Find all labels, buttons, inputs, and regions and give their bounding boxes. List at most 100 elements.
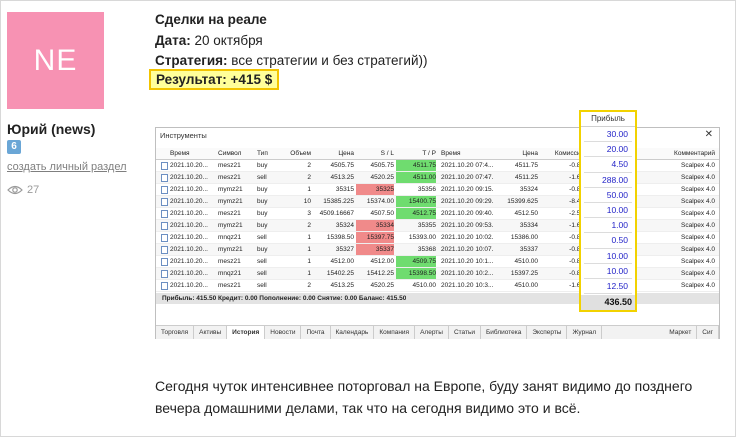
profit-value: 1.00: [584, 218, 632, 234]
profit-value: 10.00: [584, 203, 632, 219]
column-header[interactable]: S / L: [356, 148, 394, 159]
table-cell-type: sell: [257, 258, 267, 265]
table-cell-tp: 4510.00: [412, 282, 437, 289]
table-cell-price: 35315: [335, 186, 354, 193]
table-cell-volume: 2: [307, 174, 311, 181]
summary-text: Прибыль: 415.50 Кредит: 0.00 Пополнение:…: [162, 295, 407, 302]
column-header[interactable]: T / P: [396, 148, 436, 159]
tab-Компания[interactable]: Компания: [374, 326, 416, 339]
table-cell-price2: 35337: [519, 246, 538, 253]
table-cell-time2: 2021.10.20 09:40...: [441, 210, 493, 217]
views-counter: 27: [7, 184, 39, 196]
table-cell-sl: 4520.25: [370, 282, 395, 289]
column-header[interactable]: Комиссия: [542, 148, 584, 159]
table-cell-volume: 3: [307, 210, 311, 217]
user-level-badge: 6: [7, 140, 21, 154]
tab-Новости[interactable]: Новости: [265, 326, 302, 339]
table-cell-price2: 15386.00: [510, 234, 538, 241]
column-header[interactable]: Символ: [218, 148, 252, 159]
avatar[interactable]: NE: [7, 12, 104, 109]
table-cell-commission: -1.68: [569, 222, 584, 229]
table-cell-symbol: mymz21: [218, 222, 243, 229]
tab-Сиг[interactable]: Сиг: [697, 326, 719, 339]
table-cell-commission: -1.68: [569, 282, 584, 289]
table-cell-volume: 1: [307, 246, 311, 253]
tab-Журнал[interactable]: Журнал: [567, 326, 603, 339]
column-header[interactable]: Время: [170, 148, 212, 159]
table-cell-type: sell: [257, 270, 267, 277]
table-cell-price: 35324: [335, 222, 354, 229]
table-cell-tp: 35356: [417, 186, 436, 193]
deal-icon: [161, 282, 168, 290]
table-cell-commission: -0.84: [569, 270, 584, 277]
tab-Календарь[interactable]: Календарь: [331, 326, 375, 339]
table-cell-symbol: mnqz21: [218, 270, 242, 277]
close-icon[interactable]: ✕: [705, 129, 713, 140]
create-section-link[interactable]: создать личный раздел: [7, 161, 127, 173]
column-header[interactable]: Время: [441, 148, 493, 159]
table-cell-sl: 15412.25: [366, 270, 394, 277]
tab-Торговля[interactable]: Торговля: [156, 326, 195, 339]
table-cell-comment: Scalpex 4.0: [681, 186, 715, 193]
profit-value: 10.00: [584, 249, 632, 264]
profit-header: Прибыль: [581, 112, 635, 127]
table-cell-type: sell: [257, 234, 267, 241]
table-cell-volume: 1: [307, 270, 311, 277]
tab-Почта[interactable]: Почта: [301, 326, 331, 339]
column-header[interactable]: Цена: [316, 148, 354, 159]
table-cell-comment: Scalpex 4.0: [681, 222, 715, 229]
deal-icon: [161, 198, 168, 206]
table-cell-price: 35327: [335, 246, 354, 253]
column-header[interactable]: Тип: [257, 148, 277, 159]
tab-Маркет[interactable]: Маркет: [664, 326, 698, 339]
table-cell-sl: 35325: [356, 184, 394, 195]
table-cell-time2: 2021.10.20 09:15...: [441, 186, 493, 193]
tab-Активы[interactable]: Активы: [194, 326, 228, 339]
profit-value: 288.00: [584, 173, 632, 188]
post-body: Сегодня чуток интенсивнее поторговал на …: [155, 378, 693, 416]
table-cell-sl: 4520.25: [370, 174, 395, 181]
table-cell-tp: 35368: [417, 246, 436, 253]
table-cell-tp: 4511.00: [396, 172, 436, 183]
table-cell-volume: 10: [303, 198, 311, 205]
table-cell-comment: Scalpex 4.0: [681, 258, 715, 265]
eye-icon: [7, 185, 23, 195]
table-cell-commission: -8.40: [569, 198, 584, 205]
table-cell-comment: Scalpex 4.0: [681, 162, 715, 169]
table-cell-price2: 4512.50: [514, 210, 539, 217]
profit-value: 20.00: [584, 142, 632, 158]
window-title: Инструменты: [160, 131, 207, 140]
tab-Библиотека[interactable]: Библиотека: [481, 326, 528, 339]
table-cell-comment: Scalpex 4.0: [681, 174, 715, 181]
table-cell-time2: 2021.10.20 10:3...: [441, 282, 493, 289]
table-cell-price2: 4511.75: [514, 162, 538, 169]
table-cell-comment: Scalpex 4.0: [681, 210, 715, 217]
tab-История[interactable]: История: [227, 326, 266, 339]
table-cell-tp: 4509.75: [396, 256, 436, 267]
avatar-initials: NE: [33, 43, 78, 77]
tab-Алерты[interactable]: Алерты: [415, 326, 449, 339]
column-header[interactable]: Объем: [283, 148, 311, 159]
table-cell-symbol: mesz21: [218, 258, 241, 265]
table-cell-tp: 15393.00: [408, 234, 436, 241]
table-cell-commission: -2.52: [569, 210, 584, 217]
table-cell-tp: 4512.75: [396, 208, 436, 219]
column-header[interactable]: Цена: [498, 148, 538, 159]
table-cell-sl: 4505.75: [370, 162, 395, 169]
table-cell-price2: 35324: [519, 186, 538, 193]
tab-Эксперты[interactable]: Эксперты: [527, 326, 568, 339]
table-cell-time2: 2021.10.20 10:02...: [441, 234, 493, 241]
table-cell-commission: -0.84: [569, 162, 584, 169]
deal-icon: [161, 246, 168, 254]
profit-value: 50.00: [584, 188, 632, 203]
table-cell-type: buy: [257, 186, 268, 193]
author-name[interactable]: Юрий (news): [7, 121, 95, 137]
profit-value: 30.00: [584, 127, 632, 143]
table-cell-price: 4509.16667: [319, 210, 354, 217]
table-cell-time: 2021.10.20...: [170, 282, 208, 289]
post-strategy: Стратегия: все стратегии и без стратегий…: [155, 53, 428, 68]
table-cell-time: 2021.10.20...: [170, 162, 208, 169]
tab-Статьи[interactable]: Статьи: [449, 326, 482, 339]
column-header[interactable]: Комментарий: [651, 148, 715, 159]
profit-total: 436.50: [581, 295, 635, 310]
